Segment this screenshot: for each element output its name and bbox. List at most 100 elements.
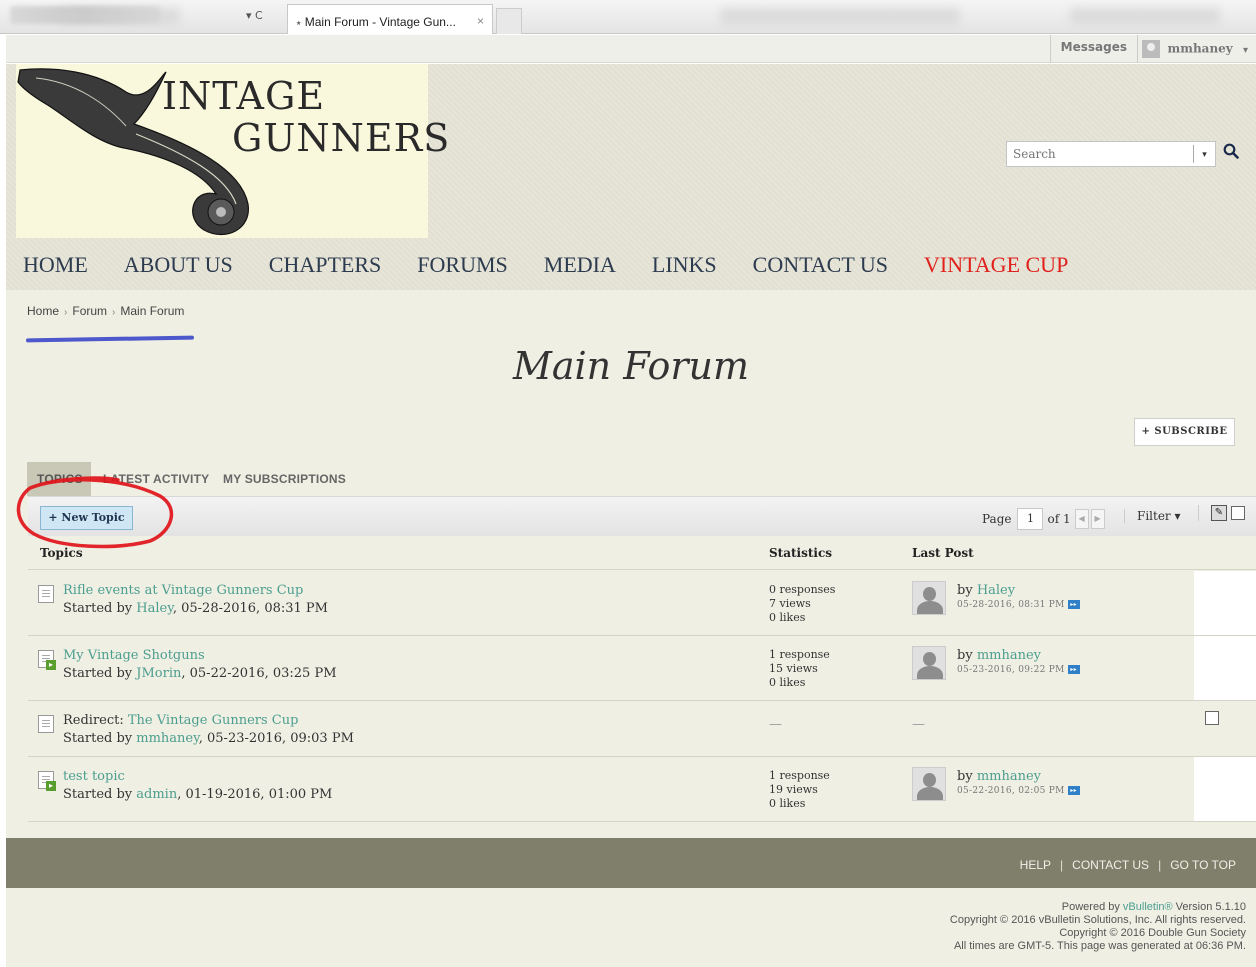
nav-chapters[interactable]: CHAPTERS bbox=[269, 252, 381, 278]
topic-title[interactable]: test topic bbox=[63, 769, 125, 784]
breadcrumb-separator: › bbox=[112, 307, 116, 318]
stat-responses: 1 response bbox=[769, 769, 830, 782]
nav-vintage-cup[interactable]: VINTAGE CUP bbox=[924, 252, 1068, 278]
prev-page-icon[interactable]: ◀ bbox=[1074, 509, 1089, 529]
topic-title[interactable]: My Vintage Shotguns bbox=[63, 648, 205, 663]
new-topic-button[interactable]: + New Topic bbox=[40, 506, 133, 530]
stat-views: 7 views bbox=[769, 597, 811, 610]
edit-icon[interactable]: ✎ bbox=[1211, 505, 1227, 521]
topic-starter: Started by Haley, 05-28-2016, 08:31 PM bbox=[63, 601, 328, 616]
breadcrumb-forum[interactable]: Forum bbox=[72, 304, 107, 318]
select-all-checkbox[interactable] bbox=[1231, 506, 1245, 520]
tab-my-subscriptions[interactable]: MY SUBSCRIPTIONS bbox=[213, 462, 346, 496]
toolbar-icons: ✎ bbox=[1198, 505, 1245, 521]
nav-home[interactable]: HOME bbox=[23, 252, 88, 278]
breadcrumb-home[interactable]: Home bbox=[27, 304, 59, 318]
footer-divider: | bbox=[1060, 858, 1064, 872]
footer-go-to-top-link[interactable]: GO TO TOP bbox=[1170, 858, 1236, 872]
username: mmhaney bbox=[1167, 41, 1233, 56]
nav-forums[interactable]: FORUMS bbox=[417, 252, 507, 278]
author-link[interactable]: Haley bbox=[136, 601, 173, 616]
footer-credits: Powered by vBulletin® Version 5.1.10 Cop… bbox=[950, 901, 1246, 953]
vbulletin-link[interactable]: vBulletin® bbox=[1123, 901, 1173, 913]
topic-title[interactable]: Rifle events at Vintage Gunners Cup bbox=[63, 583, 303, 598]
topic-icon bbox=[38, 585, 54, 603]
next-page-icon[interactable]: ▶ bbox=[1090, 509, 1105, 529]
topic-stats: 1 response 15 views 0 likes bbox=[769, 648, 830, 690]
go-to-post-icon[interactable]: ▸▸ bbox=[1067, 786, 1080, 795]
last-post-user-link[interactable]: mmhaney bbox=[977, 648, 1041, 663]
nav-links[interactable]: LINKS bbox=[652, 252, 717, 278]
filter-button[interactable]: Filter ▾ bbox=[1124, 509, 1181, 523]
nav-media[interactable]: MEDIA bbox=[544, 252, 616, 278]
author-link[interactable]: JMorin bbox=[136, 666, 181, 681]
avatar[interactable] bbox=[912, 767, 946, 801]
table-header: Topics Statistics Last Post bbox=[28, 536, 1256, 570]
topic-title[interactable]: Redirect: The Vintage Gunners Cup bbox=[63, 713, 298, 728]
row-action-column bbox=[1194, 636, 1256, 700]
topic-title-text[interactable]: The Vintage Gunners Cup bbox=[128, 713, 299, 728]
copyright-site: Copyright © 2016 Double Gun Society bbox=[1059, 927, 1246, 939]
stat-likes: 0 likes bbox=[769, 611, 806, 624]
nav-contact-us[interactable]: CONTACT US bbox=[753, 252, 888, 278]
topic-stats: 1 response 19 views 0 likes bbox=[769, 769, 830, 811]
footer-help-link[interactable]: HELP bbox=[1020, 858, 1051, 872]
started-by-label: Started by bbox=[63, 731, 133, 746]
new-tab-button[interactable] bbox=[496, 8, 522, 34]
footer-links: HELP | CONTACT US | GO TO TOP bbox=[1020, 858, 1236, 872]
footer-contact-link[interactable]: CONTACT US bbox=[1072, 858, 1149, 872]
search-icon[interactable] bbox=[1220, 142, 1242, 166]
last-post-by: by Haley bbox=[957, 583, 1015, 598]
table-row[interactable]: Rifle events at Vintage Gunners Cup Star… bbox=[28, 571, 1256, 636]
forum-content: Home › Forum › Main Forum Main Forum + SUBSC… bbox=[6, 290, 1256, 838]
topic-new-icon bbox=[38, 650, 56, 670]
last-post-date: 05-28-2016, 08:31 PM ▸▸ bbox=[957, 600, 1080, 610]
nav-about-us[interactable]: ABOUT US bbox=[124, 252, 233, 278]
column-last-post[interactable]: Last Post bbox=[912, 546, 974, 560]
tab-topics[interactable]: TOPICS bbox=[27, 462, 91, 496]
site-logo[interactable]: INTAGE GUNNERS bbox=[16, 64, 449, 238]
table-row[interactable]: My Vintage Shotguns Started by JMorin, 0… bbox=[28, 636, 1256, 701]
tab-title: Main Forum - Vintage Gun... bbox=[304, 15, 456, 29]
page-number-input[interactable]: 1 bbox=[1017, 508, 1044, 530]
search-box[interactable]: ▾ bbox=[1006, 141, 1216, 167]
column-statistics[interactable]: Statistics bbox=[769, 546, 832, 560]
last-post-user-link[interactable]: Haley bbox=[977, 583, 1015, 598]
last-post-date-text: 05-28-2016, 08:31 PM bbox=[957, 600, 1065, 610]
search-input[interactable] bbox=[1007, 142, 1187, 166]
blurred-region bbox=[60, 8, 180, 24]
copyright-vbulletin: Copyright © 2016 vBulletin Solutions, In… bbox=[949, 914, 1246, 926]
author-link[interactable]: mmhaney bbox=[136, 731, 198, 746]
avatar bbox=[1141, 40, 1160, 58]
go-to-post-icon[interactable]: ▸▸ bbox=[1067, 665, 1080, 674]
last-post-user-link[interactable]: mmhaney bbox=[977, 769, 1041, 784]
started-by-label: Started by bbox=[63, 787, 133, 802]
by-label: by bbox=[957, 648, 973, 663]
reload-control[interactable]: ▾ C bbox=[246, 9, 263, 22]
tab-latest-activity[interactable]: LATEST ACTIVITY bbox=[91, 462, 213, 496]
topic-stats: 0 responses 7 views 0 likes bbox=[769, 583, 835, 625]
page-label: Page bbox=[982, 512, 1012, 526]
go-to-post-icon[interactable]: ▸▸ bbox=[1067, 600, 1080, 609]
table-row[interactable]: test topic Started by admin, 01-19-2016,… bbox=[28, 757, 1256, 822]
author-link[interactable]: admin bbox=[136, 787, 177, 802]
logo-text-line1: INTAGE bbox=[162, 74, 326, 118]
messages-button[interactable]: Messages bbox=[1049, 35, 1138, 63]
pagination: Page 1 of 1 ◀ ▶ bbox=[982, 508, 1105, 530]
avatar[interactable] bbox=[912, 581, 946, 615]
stat-views: 19 views bbox=[769, 783, 818, 796]
redirect-prefix: Redirect: bbox=[63, 713, 128, 728]
search-options-dropdown[interactable]: ▾ bbox=[1193, 145, 1215, 163]
user-menu[interactable]: mmhaney ▾ bbox=[1141, 35, 1248, 63]
avatar[interactable] bbox=[912, 646, 946, 680]
tab-close-icon[interactable]: × bbox=[477, 14, 484, 28]
column-topics[interactable]: Topics bbox=[40, 546, 83, 560]
table-row[interactable]: Redirect: The Vintage Gunners Cup Starte… bbox=[28, 701, 1256, 757]
page-of-label: of 1 bbox=[1047, 512, 1071, 526]
row-select-checkbox[interactable] bbox=[1205, 711, 1219, 725]
logo-text-line2: GUNNERS bbox=[232, 116, 451, 160]
subscribe-button[interactable]: + SUBSCRIBE bbox=[1134, 418, 1235, 446]
started-by-label: Started by bbox=[63, 601, 133, 616]
row-action-column bbox=[1194, 571, 1256, 635]
browser-tab-active[interactable]: ⭑ Main Forum - Vintage Gun... × bbox=[287, 4, 493, 34]
